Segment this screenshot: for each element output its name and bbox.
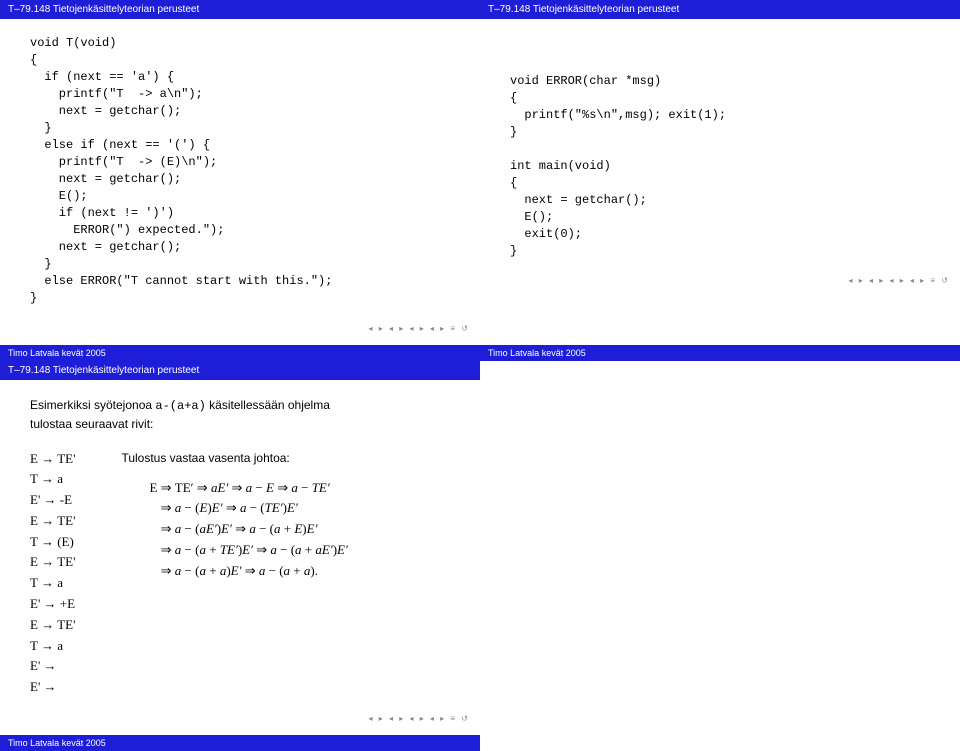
slide-body: void T(void) { if (next == 'a') { printf… [0, 19, 480, 322]
slide-body: Esimerkiksi syötejonoa a-(a+a) käsitelle… [0, 380, 480, 713]
slide-2: T–79.148 Tietojenkäsittelyteorian perust… [480, 0, 960, 361]
intro-part2: käsitellessään ohjelma [206, 398, 330, 412]
intro-part3: tulostaa seuraavat rivit: [30, 417, 153, 431]
nav-icons: ◂ ▸ ◂ ▸ ◂ ▸ ◂ ▸ ≡ ↺ [480, 274, 960, 285]
deriv-line: E ⇒ a − (aE′)E′ ⇒ a − (a + E)E′ [149, 519, 347, 540]
slide-body: void ERROR(char *msg) { printf("%s\n",ms… [480, 19, 960, 274]
intro-text: Esimerkiksi syötejonoa a-(a+a) käsitelle… [30, 396, 450, 433]
code-block-error-main: void ERROR(char *msg) { printf("%s\n",ms… [510, 73, 930, 260]
code-block-t: void T(void) { if (next == 'a') { printf… [30, 35, 450, 308]
derivation-row: E → TE' T → a E' → -E E → TE' T → (E) E … [30, 449, 450, 699]
nav-icons: ◂ ▸ ◂ ▸ ◂ ▸ ◂ ▸ ≡ ↺ [0, 322, 480, 333]
slide-footer: Timo Latvala kevät 2005 [480, 345, 960, 361]
intro-part1: Esimerkiksi syötejonoa [30, 398, 155, 412]
left-derivation: E → TE' T → a E' → -E E → TE' T → (E) E … [30, 449, 75, 699]
deriv-line: E ⇒ a − (a + TE′)E′ ⇒ a − (a + aE′)E′ [149, 540, 347, 561]
slide-header: T–79.148 Tietojenkäsittelyteorian perust… [480, 0, 960, 19]
slide-footer: Timo Latvala kevät 2005 [0, 735, 480, 751]
deriv-line: E ⇒ TE′ ⇒ aE′ ⇒ a − E ⇒ a − TE′ [149, 478, 347, 499]
right-derivation: Tulostus vastaa vasenta johtoa: E ⇒ TE′ … [121, 449, 347, 699]
nav-icons: ◂ ▸ ◂ ▸ ◂ ▸ ◂ ▸ ≡ ↺ [0, 712, 480, 723]
right-title: Tulostus vastaa vasenta johtoa: [121, 449, 347, 468]
slide-3: T–79.148 Tietojenkäsittelyteorian perust… [0, 361, 480, 751]
slide-header: T–79.148 Tietojenkäsittelyteorian perust… [0, 361, 480, 380]
slide-1: T–79.148 Tietojenkäsittelyteorian perust… [0, 0, 480, 361]
slide-header: T–79.148 Tietojenkäsittelyteorian perust… [0, 0, 480, 19]
slide-footer: Timo Latvala kevät 2005 [0, 345, 480, 361]
deriv-line: E ⇒ a − (a + a)E′ ⇒ a − (a + a). [149, 561, 347, 582]
deriv-line: E ⇒ a − (E)E′ ⇒ a − (TE′)E′ [149, 498, 347, 519]
intro-code: a-(a+a) [155, 399, 205, 413]
